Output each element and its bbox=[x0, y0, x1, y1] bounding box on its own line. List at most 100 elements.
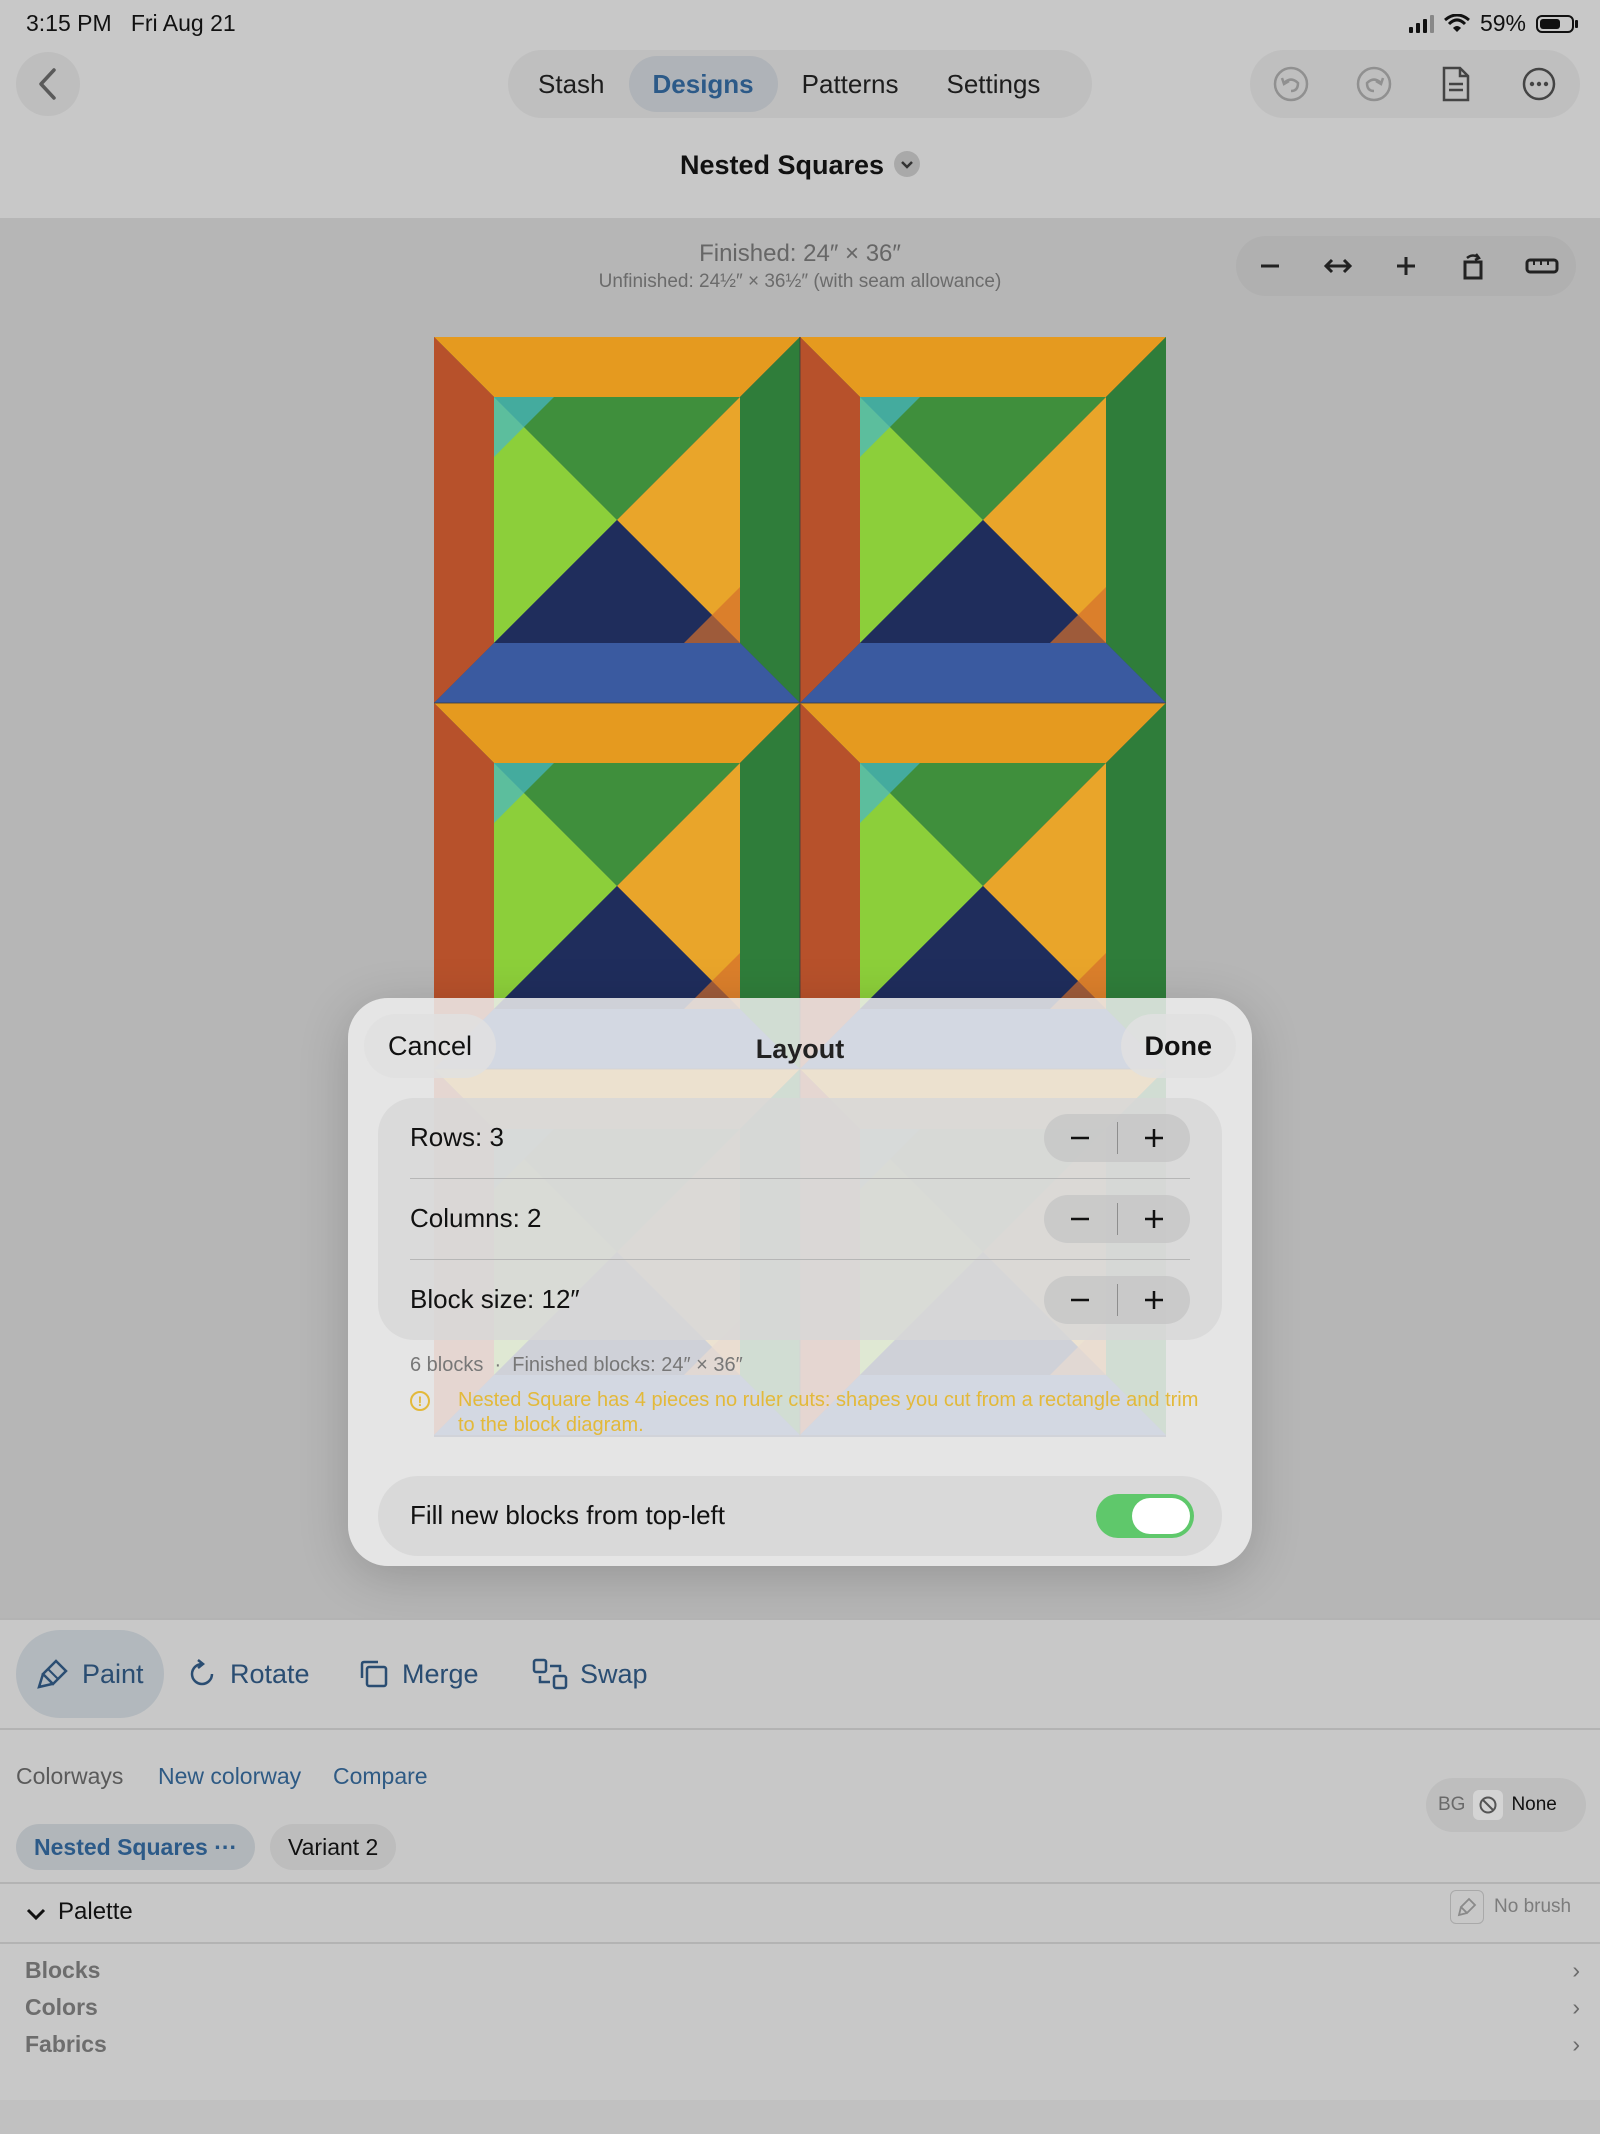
list-item-label: Blocks bbox=[25, 1956, 101, 1983]
compare-link[interactable]: Compare bbox=[333, 1763, 428, 1790]
tab-patterns[interactable]: Patterns bbox=[778, 56, 923, 112]
paintbrush-icon bbox=[37, 1659, 68, 1689]
swap-icon bbox=[532, 1658, 568, 1690]
block-size-increment-button[interactable] bbox=[1118, 1276, 1191, 1324]
rotate-canvas-button[interactable] bbox=[1454, 246, 1494, 286]
columns-increment-button[interactable] bbox=[1118, 1195, 1191, 1243]
zoom-out-button[interactable] bbox=[1250, 246, 1290, 286]
battery-percent: 59% bbox=[1479, 10, 1526, 36]
document-button[interactable] bbox=[1436, 64, 1476, 104]
tab-settings[interactable]: Settings bbox=[922, 56, 1064, 112]
list-item-label: Colors bbox=[25, 1993, 98, 2020]
sheet-title: Layout bbox=[755, 1034, 845, 1064]
colorway-chip[interactable]: Variant 2 bbox=[270, 1824, 397, 1870]
layout-sheet: Cancel Layout Done Rows: 3 Columns: 2 Bl… bbox=[348, 998, 1252, 1566]
block-size-decrement-button[interactable] bbox=[1044, 1276, 1117, 1324]
columns-decrement-button[interactable] bbox=[1044, 1195, 1117, 1243]
chevron-left-icon bbox=[39, 68, 56, 100]
divider bbox=[0, 1618, 1600, 1620]
chevron-right-icon: › bbox=[1572, 2030, 1580, 2057]
bottom-edge bbox=[0, 2100, 1600, 2134]
palette-item-colors[interactable]: Colors › bbox=[25, 1989, 1580, 2025]
palette-title[interactable]: Palette bbox=[58, 1898, 133, 1926]
layout-settings-group: Rows: 3 Columns: 2 Block size: 12″ bbox=[378, 1098, 1222, 1340]
columns-label: Columns: 2 bbox=[410, 1203, 542, 1233]
minus-icon bbox=[1071, 1298, 1090, 1302]
redo-button[interactable] bbox=[1354, 64, 1394, 104]
main-tab-bar: Stash Designs Patterns Settings bbox=[508, 50, 1092, 118]
divider bbox=[0, 1728, 1600, 1730]
rows-decrement-button[interactable] bbox=[1044, 1114, 1117, 1162]
colorways-label: Colorways bbox=[16, 1763, 124, 1789]
cellular-signal-icon bbox=[1408, 14, 1434, 33]
fill-setting: Fill new blocks from top-left bbox=[378, 1476, 1222, 1556]
chevron-right-icon: › bbox=[1572, 1993, 1580, 2020]
toggle-knob bbox=[1132, 1498, 1190, 1534]
merge-label: Merge bbox=[402, 1658, 479, 1689]
swap-label: Swap bbox=[580, 1658, 648, 1689]
new-colorway-link[interactable]: New colorway bbox=[158, 1763, 301, 1790]
chevron-down-icon[interactable] bbox=[24, 1902, 48, 1926]
rows-increment-button[interactable] bbox=[1118, 1114, 1191, 1162]
finished-blocks-size: Finished blocks: 24″ × 36″ bbox=[512, 1354, 743, 1376]
done-button[interactable]: Done bbox=[1120, 1014, 1236, 1078]
ruler-button[interactable] bbox=[1522, 246, 1562, 286]
rotate-label: Rotate bbox=[230, 1658, 310, 1689]
background-selector[interactable]: BG None bbox=[1426, 1778, 1586, 1832]
status-clock: 3:15 PM bbox=[26, 10, 112, 36]
chevron-down-icon bbox=[894, 150, 921, 177]
tab-stash[interactable]: Stash bbox=[514, 56, 629, 112]
minus-icon bbox=[1071, 1136, 1090, 1140]
fill-toggle[interactable] bbox=[1096, 1494, 1194, 1538]
palette-item-blocks[interactable]: Blocks › bbox=[25, 1952, 1580, 1988]
back-button[interactable] bbox=[16, 52, 80, 116]
status-time: 3:15 PM Fri Aug 21 bbox=[26, 10, 236, 37]
zoom-in-button[interactable] bbox=[1386, 246, 1426, 286]
plus-icon bbox=[1144, 1129, 1163, 1147]
bg-label: BG bbox=[1438, 1794, 1466, 1815]
paintbrush-icon bbox=[1450, 1890, 1484, 1924]
divider bbox=[0, 1882, 1600, 1884]
palette-item-fabrics[interactable]: Fabrics › bbox=[25, 2026, 1580, 2062]
bg-value: None bbox=[1511, 1794, 1557, 1815]
document-icon bbox=[1443, 66, 1470, 102]
swap-mode-button[interactable]: Swap bbox=[532, 1630, 648, 1718]
plus-icon bbox=[1144, 1291, 1163, 1309]
undo-icon bbox=[1274, 66, 1309, 102]
status-indicators: 59% bbox=[1408, 10, 1578, 37]
tab-designs[interactable]: Designs bbox=[628, 56, 778, 112]
top-toolbar bbox=[1250, 50, 1580, 118]
merge-icon bbox=[360, 1660, 388, 1688]
block-size-stepper bbox=[1044, 1276, 1190, 1324]
paint-label: Paint bbox=[82, 1658, 144, 1689]
rotate-square-icon bbox=[1463, 253, 1483, 280]
brush-indicator: No brush bbox=[1450, 1890, 1571, 1924]
design-title-menu[interactable]: Nested Squares bbox=[0, 150, 1600, 181]
rows-label: Rows: 3 bbox=[410, 1122, 504, 1152]
fill-toggle-label: Fill new blocks from top-left bbox=[410, 1500, 725, 1530]
plus-icon bbox=[1144, 1210, 1163, 1228]
minus-icon bbox=[1071, 1217, 1090, 1221]
more-button[interactable] bbox=[1519, 64, 1559, 104]
chevron-right-icon: › bbox=[1572, 1956, 1580, 1983]
ruler-icon bbox=[1525, 258, 1559, 274]
rows-setting: Rows: 3 bbox=[378, 1098, 1222, 1178]
columns-setting: Columns: 2 bbox=[378, 1179, 1222, 1259]
canvas-controls bbox=[1236, 236, 1576, 296]
battery-icon bbox=[1536, 14, 1578, 33]
wifi-icon bbox=[1443, 13, 1470, 32]
merge-mode-button[interactable]: Merge bbox=[358, 1630, 479, 1718]
fit-width-button[interactable] bbox=[1318, 246, 1358, 286]
rotate-mode-button[interactable]: Rotate bbox=[186, 1630, 310, 1718]
redo-icon bbox=[1356, 66, 1391, 102]
no-background-icon bbox=[1473, 1790, 1504, 1820]
ellipsis-circle-icon bbox=[1522, 67, 1555, 101]
divider bbox=[0, 1942, 1600, 1944]
block-size-label: Block size: 12″ bbox=[410, 1284, 580, 1314]
status-date: Fri Aug 21 bbox=[130, 10, 236, 36]
paint-mode-button[interactable]: Paint bbox=[16, 1630, 164, 1718]
colorway-chip[interactable]: Nested Squares ··· bbox=[16, 1824, 256, 1870]
block-count: 6 blocks bbox=[410, 1354, 484, 1376]
plus-icon bbox=[1397, 257, 1415, 275]
undo-button[interactable] bbox=[1271, 64, 1311, 104]
